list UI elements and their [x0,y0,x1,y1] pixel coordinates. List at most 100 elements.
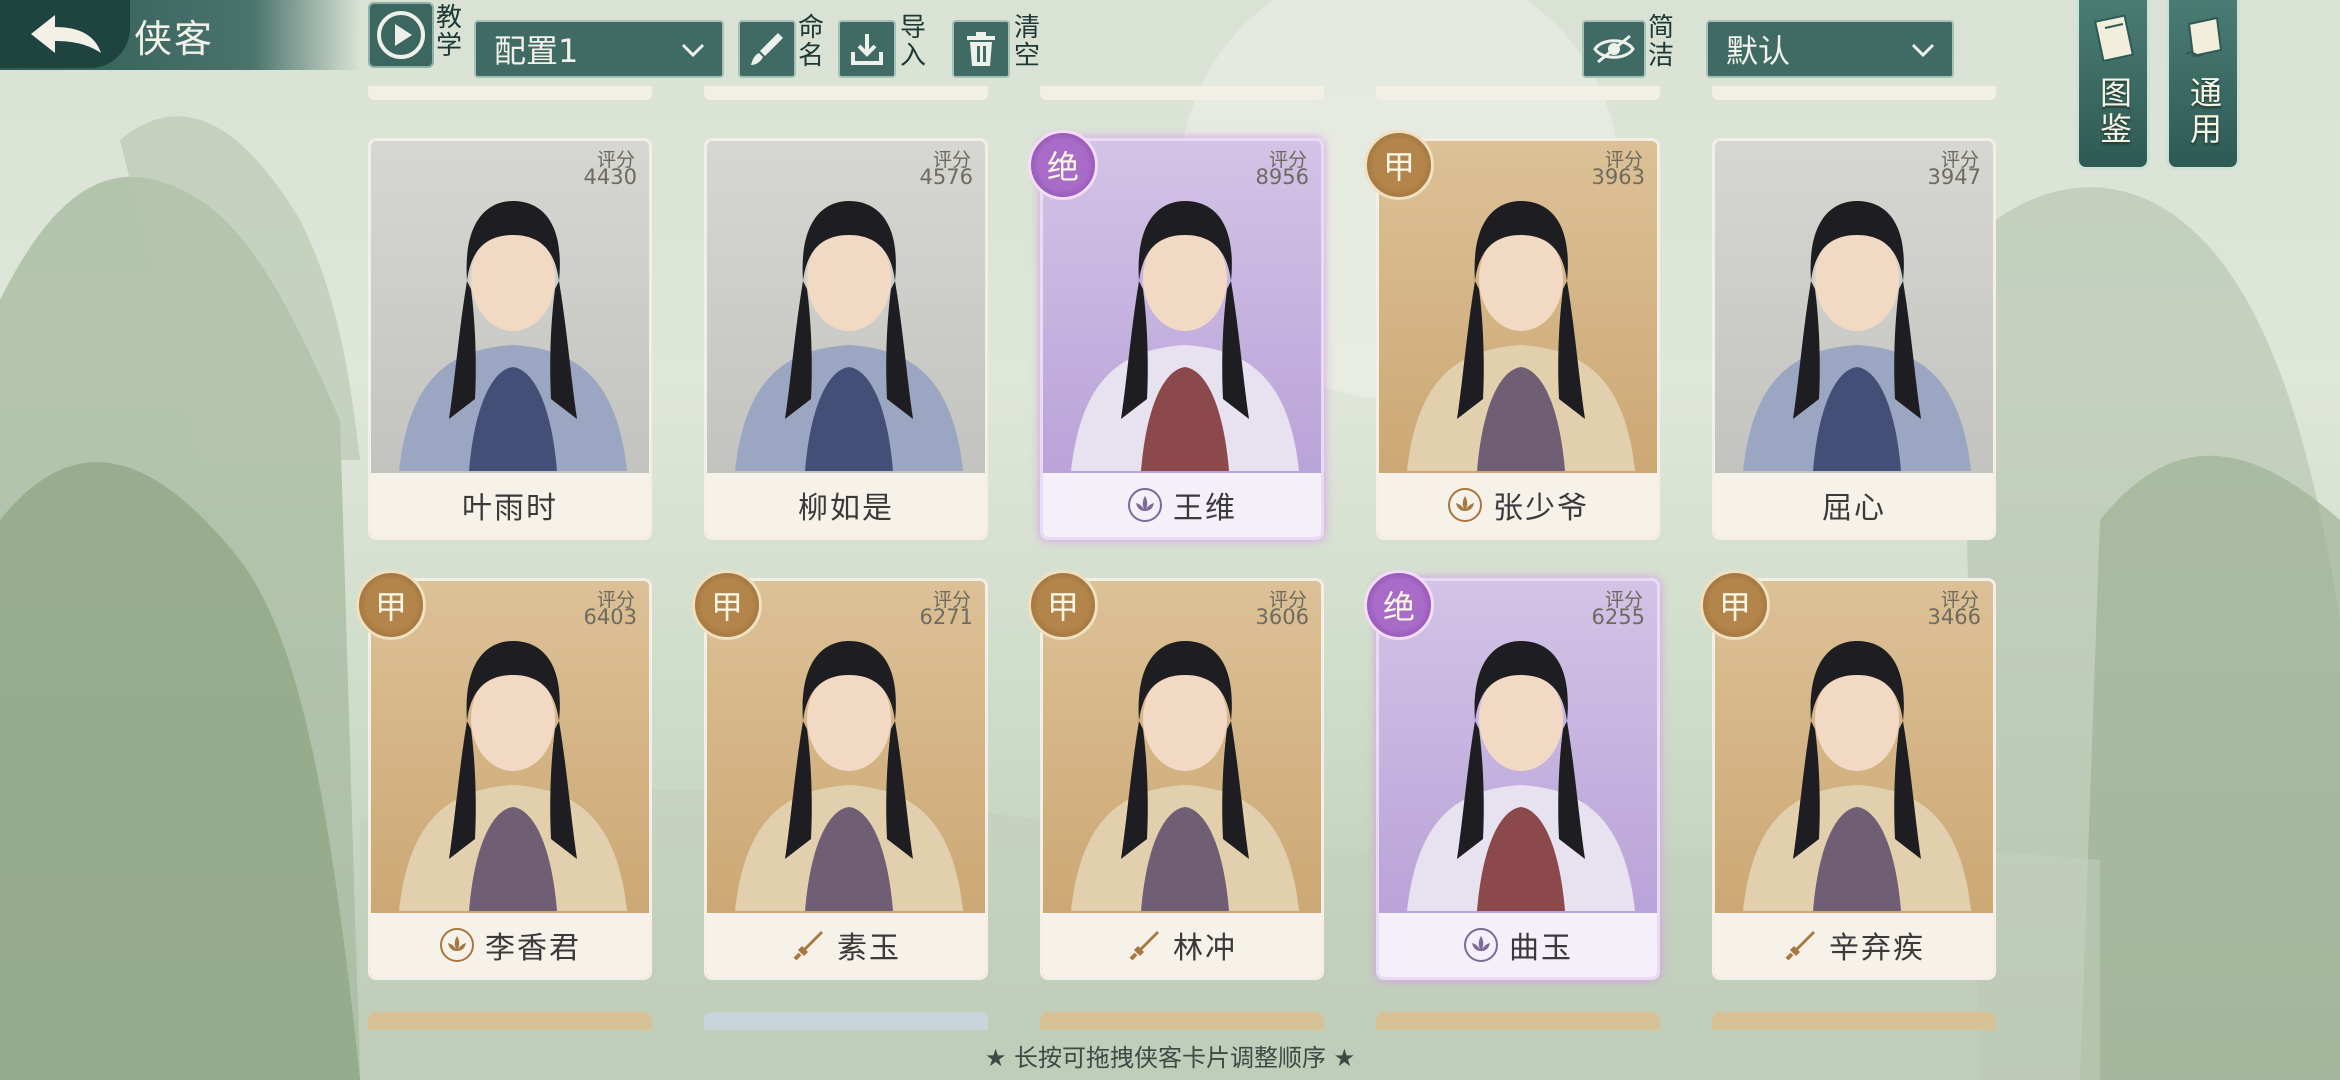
sword-icon [1129,931,1159,961]
card-frame: 评分 6255 曲玉 [1376,578,1660,980]
hero-portrait [1723,589,1985,913]
card-frame: 评分 3963 张少爷 [1376,138,1660,540]
chevron-down-icon [1911,43,1935,58]
tutorial-button[interactable] [368,2,434,68]
score-value: 6255 [1591,605,1645,629]
hero-name: 曲玉 [1509,931,1573,966]
general-button[interactable]: 通用 [2166,0,2240,170]
general-label: 通用 [2189,74,2222,148]
score-value: 3466 [1927,605,1981,629]
config-select-value: 配置1 [494,32,579,70]
grade-badge: 绝 [1028,130,1098,200]
grade-badge: 绝 [1364,570,1434,640]
hero-card[interactable]: 评分 4430 叶雨时 [368,138,652,540]
codex-label: 图鉴 [2099,74,2132,148]
brush-icon [751,33,783,65]
grade-badge: 甲 [1700,570,1770,640]
hero-portrait [1723,149,1985,473]
rename-button[interactable] [738,20,796,78]
tutorial-label: 教学 [435,3,462,61]
hero-card[interactable]: 评分 8956 王维绝 [1028,130,1324,540]
score-value: 3947 [1927,165,1981,189]
hero-name: 张少爷 [1493,491,1589,526]
name-bar: 张少爷 [1379,473,1657,537]
hero-portrait [1051,149,1313,473]
hero-portrait [1387,149,1649,473]
card-frame: 评分 6403 李香君 [368,578,652,980]
lotus-icon [1464,928,1498,962]
name-bar: 王维 [1043,473,1321,537]
prev-row-card-edge [1040,86,1324,100]
grade-badge: 甲 [1028,570,1098,640]
hero-name: 素玉 [837,931,901,966]
score-value: 4430 [583,165,637,189]
hero-portrait [715,589,977,913]
drag-hint: ★ 长按可拖拽侠客卡片调整顺序 ★ [984,1044,1356,1072]
grade-badge: 甲 [1364,130,1434,200]
hero-card[interactable]: 评分 3947 屈心 [1712,138,1996,540]
score-value: 6271 [919,605,973,629]
prev-row-card-edge [1376,86,1660,100]
download-icon [851,34,883,65]
hero-portrait [379,589,641,913]
import-button[interactable] [838,20,896,78]
import-label: 导入 [899,13,926,71]
hero-name: 李香君 [485,931,581,966]
prev-row-card-edge [1712,86,1996,100]
hero-card[interactable]: 评分 4576 柳如是 [704,138,988,540]
name-bar: 叶雨时 [371,473,649,537]
hero-card[interactable]: 评分 3963 张少爷甲 [1364,130,1660,540]
back-arrow-icon [31,15,101,53]
card-frame: 评分 3947 屈心 [1712,138,1996,540]
clear-button[interactable] [952,20,1010,78]
hero-portrait [1051,589,1313,913]
chevron-down-icon [681,43,705,58]
next-row-card-edge [1040,1012,1324,1030]
score-value: 4576 [919,165,973,189]
score-value: 6403 [583,605,637,629]
hero-portrait [379,149,641,473]
name-bar: 林冲 [1043,913,1321,977]
next-row-card-edge [1712,1012,1996,1030]
card-frame: 评分 8956 王维 [1040,138,1324,540]
hero-card[interactable]: 评分 6403 李香君甲 [356,570,652,980]
hero-name: 柳如是 [798,491,894,526]
hero-name: 叶雨时 [462,491,558,526]
hero-card[interactable]: 评分 3606 林冲甲 [1028,570,1324,980]
sort-select[interactable]: 默认 [1706,20,1954,78]
scroll-icon [2186,16,2223,58]
score-value: 8956 [1255,165,1309,189]
hero-card[interactable]: 评分 6271 素玉甲 [692,570,988,980]
next-row-card-edge [704,1012,988,1030]
hero-card[interactable]: 评分 6255 曲玉绝 [1364,570,1660,980]
hero-name: 王维 [1173,491,1237,526]
hero-card[interactable]: 评分 3466 辛弃疾甲 [1700,570,1996,980]
hero-name: 林冲 [1173,931,1237,966]
next-row-card-edge [1376,1012,1660,1030]
prev-row-card-edge [704,86,988,100]
sword-icon [793,931,823,961]
simple-mode-button[interactable] [1582,20,1646,78]
lotus-icon [1448,488,1482,522]
codex-button[interactable]: 图鉴 [2076,0,2150,170]
card-frame: 评分 3606 林冲 [1040,578,1324,980]
sword-icon [1785,931,1815,961]
back-button[interactable] [0,0,130,68]
name-bar: 屈心 [1715,473,1993,537]
grade-badge: 甲 [692,570,762,640]
grade-badge: 甲 [356,570,426,640]
name-bar: 辛弃疾 [1715,913,1993,977]
name-bar: 柳如是 [707,473,985,537]
hero-name: 辛弃疾 [1829,931,1925,966]
hero-portrait [1387,589,1649,913]
card-frame: 评分 3466 辛弃疾 [1712,578,1996,980]
page-title: 侠客 [134,17,215,61]
hero-name: 屈心 [1822,491,1886,526]
clear-label: 清空 [1013,13,1040,71]
score-value: 3606 [1255,605,1309,629]
sort-select-value: 默认 [1726,32,1791,70]
trash-icon [967,32,995,66]
simple-mode-label: 简洁 [1647,13,1674,71]
config-select[interactable]: 配置1 [474,20,724,78]
eye-slash-icon [1593,34,1635,64]
